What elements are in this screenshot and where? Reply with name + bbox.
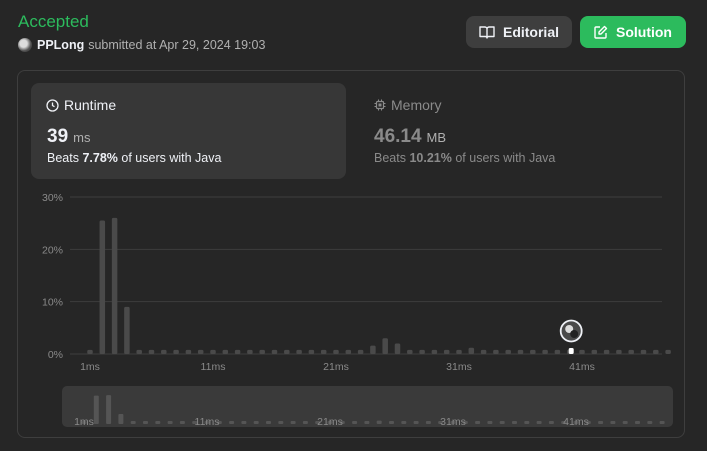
chart-bar[interactable] <box>493 349 499 354</box>
navigator-bar <box>536 421 542 424</box>
y-tick-label: 10% <box>42 297 63 309</box>
your-submission-bar[interactable] <box>568 348 574 354</box>
chart-bar[interactable] <box>185 349 192 354</box>
x-tick-label: 31ms <box>446 361 472 373</box>
navigator-tick-label: 1ms <box>74 416 94 428</box>
chart-bar[interactable] <box>234 349 241 354</box>
chart-bar[interactable] <box>505 349 511 354</box>
navigator-bar <box>364 421 370 424</box>
chart-bar[interactable] <box>222 349 229 354</box>
chart-bar[interactable] <box>407 349 413 354</box>
chart-bar[interactable] <box>161 349 167 354</box>
chart-bar[interactable] <box>320 349 327 354</box>
navigator-bar <box>290 421 296 424</box>
navigator-bar <box>610 421 616 424</box>
chart-bar[interactable] <box>468 347 475 354</box>
navigator-bar <box>487 421 493 424</box>
chart-bar[interactable] <box>87 349 93 354</box>
navigator-tick-label: 41ms <box>563 416 589 428</box>
navigator-bar <box>659 421 665 424</box>
x-tick-label: 21ms <box>323 361 349 373</box>
navigator-bar <box>401 421 407 424</box>
y-tick-label: 30% <box>42 192 63 204</box>
chart-bar[interactable] <box>394 343 401 354</box>
chart-bar[interactable] <box>603 349 610 354</box>
navigator-bar <box>167 421 173 424</box>
chart-bar[interactable] <box>431 349 438 354</box>
navigator-bar <box>389 421 394 424</box>
navigator-bar <box>229 421 235 424</box>
navigator-bar <box>130 421 136 424</box>
navigator-bar <box>475 421 481 424</box>
navigator-tick-label: 31ms <box>440 416 466 428</box>
chart-bar[interactable] <box>111 217 118 354</box>
x-tick-label: 11ms <box>201 361 226 373</box>
chart-bar[interactable] <box>247 349 253 354</box>
chart-bar[interactable] <box>640 349 647 354</box>
chart-bar[interactable] <box>148 349 155 354</box>
navigator-bar <box>266 421 271 424</box>
chart-bar[interactable] <box>456 349 462 354</box>
navigator-bar <box>143 421 148 424</box>
chart-bar[interactable] <box>124 306 130 354</box>
y-tick-label: 0% <box>48 349 63 361</box>
chart-bar[interactable] <box>197 349 204 354</box>
navigator-bar <box>155 421 161 424</box>
navigator-bar <box>425 421 431 424</box>
chart-bar[interactable] <box>480 349 487 354</box>
navigator-bar <box>93 395 99 424</box>
chart-bar[interactable] <box>296 349 302 354</box>
chart-bar[interactable] <box>591 349 598 354</box>
navigator-bar <box>499 421 505 424</box>
chart-bar[interactable] <box>628 349 634 354</box>
x-tick-label: 41ms <box>569 361 595 373</box>
chart-bar[interactable] <box>517 349 524 354</box>
navigator-bar <box>413 421 419 424</box>
chart-bar[interactable] <box>173 349 179 354</box>
x-tick-label: 1ms <box>80 361 100 373</box>
chart-bar[interactable] <box>99 220 106 354</box>
navigator-bar <box>118 413 124 424</box>
chart-bar[interactable] <box>665 349 671 354</box>
navigator-bar <box>241 421 247 424</box>
navigator-tick-label: 11ms <box>195 416 220 428</box>
chart-bar[interactable] <box>443 349 450 354</box>
chart-bar[interactable] <box>210 349 216 354</box>
navigator-bar <box>548 421 554 424</box>
navigator-bar <box>376 420 382 424</box>
chart-bar[interactable] <box>530 349 536 354</box>
chart-bar[interactable] <box>382 338 388 354</box>
navigator-bar <box>598 421 604 424</box>
chart-bar[interactable] <box>616 349 622 354</box>
chart-bar[interactable] <box>333 349 339 354</box>
runtime-distribution-chart: 30% 20% 10% 0% 1ms 11ms 21ms 31ms 41ms 1ms 11ms 21m… <box>42 192 673 428</box>
navigator-bar <box>302 421 308 424</box>
y-tick-label: 20% <box>42 244 63 256</box>
chart-bar[interactable] <box>542 349 548 354</box>
navigator-bar <box>622 421 628 424</box>
navigator-bar <box>253 421 259 424</box>
navigator-bar <box>179 421 185 424</box>
chart-bar[interactable] <box>271 349 278 354</box>
chart-bar[interactable] <box>370 345 376 354</box>
chart-bar[interactable] <box>653 349 659 354</box>
navigator-bar <box>647 421 653 424</box>
chart-bar[interactable] <box>579 349 585 354</box>
navigator-bar <box>278 421 284 424</box>
navigator-bar <box>524 421 530 424</box>
avatar-shade <box>570 330 579 338</box>
navigator-tick-label: 21ms <box>317 416 343 428</box>
chart-bar[interactable] <box>554 349 561 354</box>
chart-bar[interactable] <box>259 349 265 354</box>
navigator-bar <box>512 421 517 424</box>
chart-bar[interactable] <box>136 349 142 354</box>
navigator-bar <box>106 395 112 424</box>
chart-bar[interactable] <box>357 349 364 354</box>
navigator-bar <box>635 421 640 424</box>
chart-bar[interactable] <box>284 349 290 354</box>
chart-bar[interactable] <box>345 349 352 354</box>
chart-bar[interactable] <box>308 349 315 354</box>
navigator-bar <box>352 421 358 424</box>
chart-bar[interactable] <box>419 349 425 354</box>
